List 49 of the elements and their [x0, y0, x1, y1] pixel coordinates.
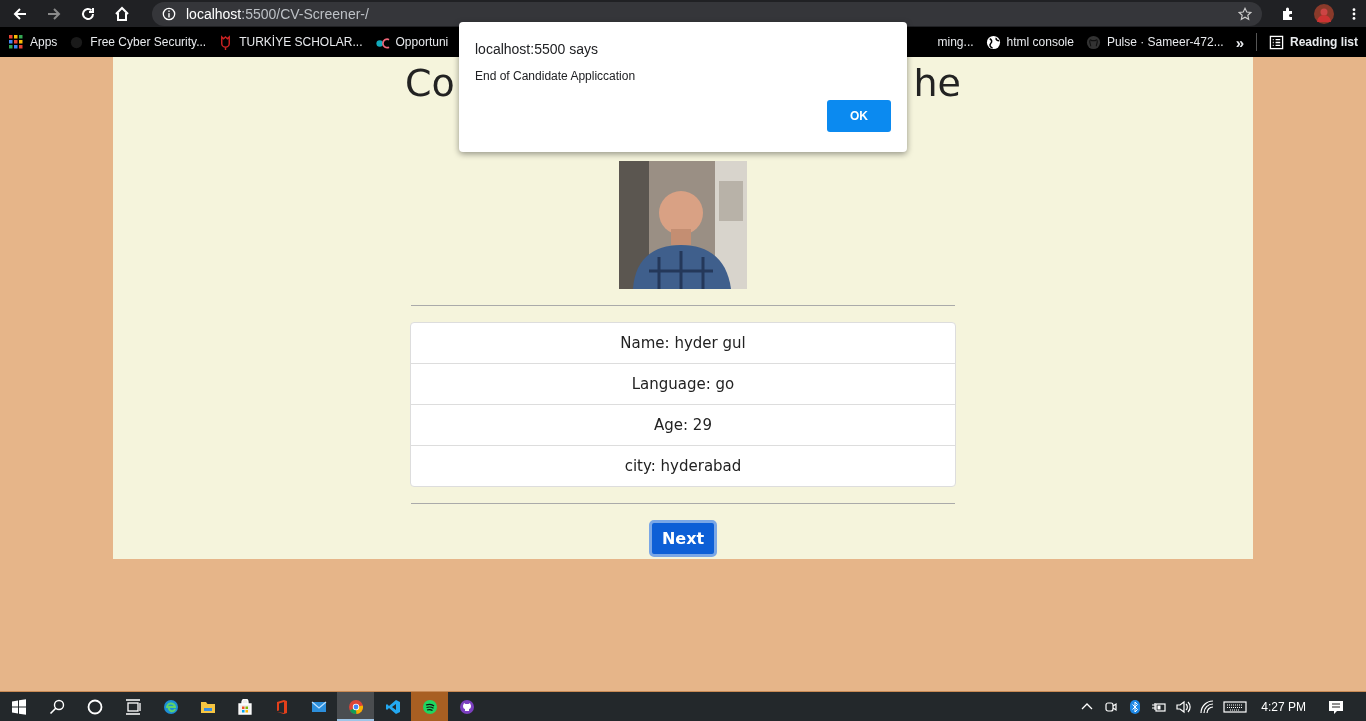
bookmark-item[interactable]: Opportuni [374, 34, 449, 50]
reading-list-button[interactable]: Reading list [1269, 34, 1358, 50]
wifi-icon[interactable] [1199, 698, 1216, 715]
detail-row: Language: go [411, 363, 955, 404]
bookmark-item[interactable]: Free Cyber Security... [69, 34, 207, 50]
detail-row: Age: 29 [411, 404, 955, 445]
dialog-title: localhost:5500 says [475, 41, 599, 57]
address-bar[interactable]: localhost:5500/CV-Screener-/ [152, 1, 1262, 26]
shopping-bag-icon [236, 698, 253, 715]
bookmark-item[interactable]: html console [985, 34, 1074, 50]
list-icon [1269, 34, 1284, 50]
start-icon[interactable] [11, 698, 27, 715]
notification-icon[interactable] [1328, 698, 1344, 715]
forward-icon[interactable] [46, 5, 62, 22]
edge-icon [162, 698, 179, 715]
bookmark-item[interactable]: Pulse · Sameer-472... [1085, 34, 1224, 50]
bookmark-item[interactable]: TURKİYE SCHOLAR... [218, 34, 363, 50]
star-icon[interactable] [1238, 6, 1252, 21]
music-icon [421, 698, 438, 715]
chrome-icon [347, 698, 364, 715]
avatar-icon[interactable] [1314, 3, 1334, 24]
clock-text[interactable]: 4:27 PM [1261, 699, 1306, 714]
page-icon [69, 34, 85, 50]
menu-icon[interactable] [1352, 6, 1356, 21]
home-icon[interactable] [114, 5, 130, 22]
code-editor-icon [384, 698, 401, 715]
github-icon [458, 698, 475, 715]
circle-icon[interactable] [87, 698, 103, 715]
globe-icon [985, 34, 1001, 50]
bookmark-item[interactable]: ming... [937, 35, 974, 49]
github-icon [1085, 34, 1101, 50]
detail-row: city: hyderabad [411, 445, 955, 486]
ok-button[interactable]: OK [827, 100, 891, 132]
grid-icon [9, 34, 24, 50]
detail-row-text: Name: hyder gul [619, 333, 747, 354]
more-bookmarks-button[interactable]: » [1235, 33, 1244, 51]
reload-icon[interactable] [80, 5, 96, 22]
task-view-icon[interactable] [125, 698, 141, 715]
info-icon [162, 6, 176, 21]
page-heading: Co [405, 61, 455, 107]
bookmark-item[interactable]: Apps [9, 34, 58, 50]
page-heading: he [913, 61, 961, 107]
dialog-message: End of Candidate Appliccation [475, 69, 637, 83]
keyboard-icon[interactable] [1223, 698, 1248, 715]
search-icon[interactable] [49, 698, 65, 715]
back-icon[interactable] [12, 5, 28, 22]
next-button[interactable]: Next [648, 520, 718, 557]
url-text: localhost:5500/CV-Screener-/ [186, 5, 369, 22]
volume-icon[interactable] [1175, 698, 1192, 715]
